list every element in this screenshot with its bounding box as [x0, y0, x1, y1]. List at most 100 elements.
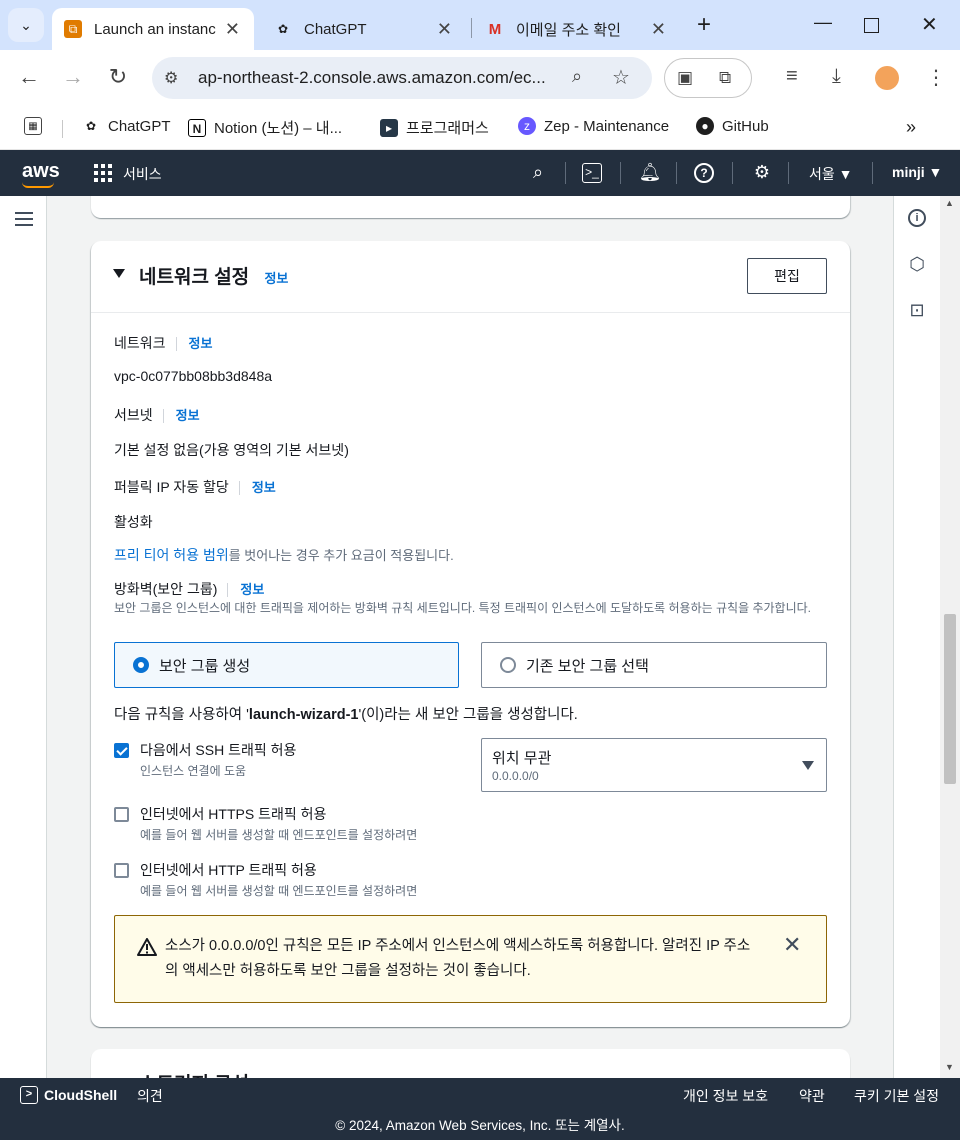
aws-logo[interactable]: aws: [22, 160, 60, 183]
maximize-icon[interactable]: [864, 18, 879, 33]
free-tier-note: 프리 티어 허용 범위를 벗어나는 경우 추가 요금이 적용됩니다.: [114, 545, 454, 565]
aws-top-nav: aws 서비스 ⌕ >_ 🔔︎ ? ⚙ 서울 ▼ minji ▼: [0, 150, 960, 196]
scroll-up-icon[interactable]: ▲: [945, 198, 954, 208]
gmail-icon: M: [488, 20, 502, 38]
info-link[interactable]: 정보: [189, 336, 213, 351]
info-link[interactable]: 정보: [240, 582, 264, 597]
media-control-icon[interactable]: ≡: [786, 65, 798, 88]
tab-search-button[interactable]: ⌄: [8, 8, 44, 42]
tab-email[interactable]: M 이메일 주소 확인 ✕: [474, 8, 680, 50]
ssh-rule-checkbox[interactable]: [114, 743, 129, 758]
collapse-caret-icon[interactable]: [113, 269, 125, 278]
note-suffix: '(이)라는 새 보안 그룹을 생성합니다.: [358, 707, 578, 723]
nav-divider: [788, 162, 789, 184]
select-existing-security-group-option[interactable]: 기존 보안 그룹 선택: [481, 642, 827, 688]
forward-icon[interactable]: →: [58, 64, 88, 90]
hexagon-icon[interactable]: ⬡: [906, 254, 928, 276]
tab-title: ChatGPT: [304, 20, 367, 38]
privacy-link[interactable]: 개인 정보 보호: [683, 1086, 768, 1106]
profile-avatar[interactable]: [875, 66, 899, 90]
site-info-icon[interactable]: ⚙: [164, 68, 178, 88]
close-tab-icon[interactable]: ✕: [225, 19, 240, 40]
close-window-icon[interactable]: ✕: [921, 12, 938, 37]
free-tier-note-text: 를 벗어나는 경우 추가 요금이 적용됩니다.: [228, 548, 454, 563]
back-icon[interactable]: ←: [14, 64, 44, 90]
notion-icon: N: [188, 118, 206, 137]
tab-separator: [471, 18, 472, 38]
account-menu[interactable]: minji ▼: [892, 164, 942, 180]
settings-gear-icon[interactable]: ⚙: [750, 162, 774, 183]
terms-link[interactable]: 약관: [799, 1086, 825, 1106]
radio-unselected[interactable]: [500, 657, 516, 673]
puzzle-icon[interactable]: ⧉: [719, 68, 731, 88]
http-rule-label: 인터넷에서 HTTP 트래픽 허용: [140, 862, 317, 878]
extension-icon[interactable]: ▣: [677, 68, 693, 88]
more-menu-icon[interactable]: ⋮: [926, 65, 946, 90]
notifications-bell-icon[interactable]: 🔔︎: [638, 162, 662, 183]
nav-divider: [676, 162, 677, 184]
tab-chatgpt[interactable]: ✿ ChatGPT ✕: [262, 8, 466, 50]
bookmarks-bar: ▦ ✿ ChatGPT N Notion (노션) – 내... ▸ 프로그래머스 z…: [0, 106, 960, 150]
panel-title: 스토리지 구성: [139, 1069, 249, 1078]
url-text[interactable]: ap-northeast-2.console.aws.amazon.com/ec…: [198, 68, 568, 88]
cloudshell-icon[interactable]: >_: [582, 163, 602, 183]
bookmark-github[interactable]: ● GitHub: [696, 117, 769, 135]
screen-feedback-icon[interactable]: ⊡: [906, 300, 928, 322]
new-tab-icon[interactable]: +: [690, 10, 718, 40]
aws-logo-smile: [22, 182, 54, 188]
bookmark-notion[interactable]: N Notion (노션) – 내...: [188, 117, 342, 138]
main-content: 네트워크 설정 정보 편집 네트워크 정보 vpc-0c077bb08bb3d84…: [47, 196, 893, 1078]
close-tab-icon[interactable]: ✕: [651, 19, 666, 40]
address-bar[interactable]: ⚙ ap-northeast-2.console.aws.amazon.com/…: [152, 57, 652, 99]
subnet-value: 기본 설정 없음(가용 영역의 기본 서브넷): [114, 442, 349, 458]
close-tab-icon[interactable]: ✕: [437, 19, 452, 40]
chatgpt-icon: ✿: [277, 22, 289, 36]
https-rule-checkbox[interactable]: [114, 807, 129, 822]
cookie-preferences-link[interactable]: 쿠키 기본 설정: [854, 1086, 939, 1106]
select-subvalue: 0.0.0.0/0: [492, 769, 539, 783]
apps-grid-icon[interactable]: ▦: [24, 117, 50, 135]
bookmarks-overflow-icon[interactable]: »: [906, 117, 916, 138]
create-security-group-option[interactable]: 보안 그룹 생성: [114, 642, 459, 688]
services-menu[interactable]: 서비스: [123, 164, 162, 184]
browser-toolbar: ← → ↻ ⚙ ap-northeast-2.console.aws.amazo…: [0, 50, 960, 106]
bookmark-programmers[interactable]: ▸ 프로그래머스: [380, 117, 489, 138]
info-panel-icon[interactable]: i: [908, 209, 926, 227]
https-rule-label: 인터넷에서 HTTPS 트래픽 허용: [140, 806, 327, 822]
download-icon[interactable]: ⤓: [832, 65, 841, 88]
scrollbar-thumb[interactable]: [944, 614, 956, 784]
ssh-source-select[interactable]: 위치 무관 0.0.0.0/0: [481, 738, 827, 792]
free-tier-link[interactable]: 프리 티어 허용 범위: [114, 547, 229, 563]
aws-footer: > CloudShell 의견 개인 정보 보호 약관 쿠키 기본 설정 © 20…: [0, 1078, 960, 1140]
info-link[interactable]: 정보: [252, 480, 276, 495]
cloudshell-link[interactable]: > CloudShell: [20, 1086, 117, 1104]
bookmark-chatgpt[interactable]: ✿ ChatGPT: [82, 117, 171, 135]
zoom-icon[interactable]: ⌕: [572, 66, 582, 87]
dismiss-alert-icon[interactable]: ✕: [783, 932, 801, 958]
bookmark-label: ChatGPT: [108, 117, 171, 135]
minimize-icon[interactable]: —: [814, 12, 832, 33]
bookmark-star-icon[interactable]: ☆: [612, 65, 630, 90]
firewall-description: 보안 그룹은 인스턴스에 대한 트래픽을 제어하는 방화벽 규칙 세트입니다. …: [114, 601, 812, 615]
field-label: 퍼블릭 IP 자동 할당: [114, 479, 229, 495]
hamburger-menu-icon[interactable]: [15, 212, 33, 230]
info-link[interactable]: 정보: [176, 408, 200, 423]
page-scrollbar[interactable]: ▲ ▼: [940, 196, 960, 1078]
services-grid-icon[interactable]: [94, 164, 112, 182]
bookmark-zep[interactable]: z Zep - Maintenance: [518, 117, 669, 135]
tab-launch-instance[interactable]: ⧉ Launch an instanc ✕: [52, 8, 254, 50]
search-icon[interactable]: ⌕: [526, 162, 550, 183]
reload-icon[interactable]: ↻: [103, 64, 133, 90]
scroll-down-icon[interactable]: ▼: [945, 1062, 954, 1072]
panel-title-text: 네트워크 설정: [139, 267, 250, 288]
extensions-group: ▣ ⧉: [664, 58, 752, 98]
radio-selected[interactable]: [133, 657, 149, 673]
network-settings-panel: 네트워크 설정 정보 편집 네트워크 정보 vpc-0c077bb08bb3d84…: [91, 241, 850, 1027]
http-rule-checkbox[interactable]: [114, 863, 129, 878]
help-icon[interactable]: ?: [694, 163, 714, 183]
github-icon: ●: [696, 117, 714, 135]
feedback-link[interactable]: 의견: [137, 1086, 163, 1106]
edit-button[interactable]: 편집: [747, 258, 827, 294]
info-link[interactable]: 정보: [264, 271, 288, 286]
region-selector[interactable]: 서울 ▼: [809, 164, 853, 184]
